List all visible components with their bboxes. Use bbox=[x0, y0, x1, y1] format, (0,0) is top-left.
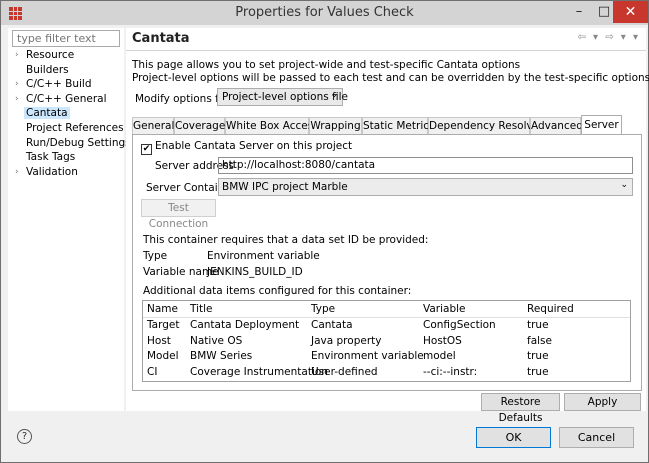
expand-arrow-icon[interactable]: › bbox=[15, 77, 19, 92]
expand-arrow-icon[interactable]: › bbox=[15, 48, 19, 63]
tree-item-cc-build[interactable]: › C/C++ Build bbox=[8, 77, 124, 92]
tree-item-resource[interactable]: › Resource bbox=[8, 48, 124, 63]
type-value: Environment variable bbox=[207, 250, 320, 262]
tab-server[interactable]: Server bbox=[581, 115, 622, 134]
type-label: Type bbox=[143, 250, 168, 262]
requires-text: This container requires that a data set … bbox=[143, 234, 429, 246]
tree-item-project-references[interactable]: Project References bbox=[8, 121, 124, 136]
table-row[interactable]: CI Coverage Instrumentation User-defined --… bbox=[143, 365, 630, 381]
tab-general[interactable]: General bbox=[132, 117, 174, 134]
minimize-button[interactable]: – bbox=[565, 1, 593, 23]
data-items-table: Name Title Type Variable Required Target… bbox=[142, 300, 631, 382]
cancel-button[interactable]: Cancel bbox=[559, 427, 634, 448]
table-row[interactable]: Target Cantata Deployment Cantata ConfigSec… bbox=[143, 318, 630, 334]
help-icon[interactable]: ? bbox=[17, 429, 32, 444]
chevron-down-icon: ⌄ bbox=[620, 180, 628, 190]
apply-button[interactable]: Apply bbox=[564, 393, 641, 411]
column-header-required[interactable]: Required bbox=[527, 301, 574, 318]
tree-item-cantata[interactable]: Cantata bbox=[8, 106, 124, 121]
chevron-down-icon: ⌄ bbox=[330, 90, 338, 100]
tree-item-validation[interactable]: › Validation bbox=[8, 165, 124, 180]
navigation-arrows-icon[interactable]: ⇦ ▾ ⇨ ▾ ▾ bbox=[577, 32, 640, 43]
tree-item-builders[interactable]: Builders bbox=[8, 63, 124, 78]
column-header-type[interactable]: Type bbox=[311, 301, 335, 318]
left-panel: ›Resource Builders ›C/C++ Build ›C/C++ G… bbox=[8, 28, 131, 411]
modify-options-label: Modify options for bbox=[135, 93, 230, 105]
tab-advanced[interactable]: Advanced bbox=[530, 117, 583, 134]
server-container-select[interactable]: BMW IPC project Marble ⌄ bbox=[218, 178, 633, 196]
server-address-input[interactable]: http://localhost:8080/cantata bbox=[218, 157, 633, 174]
table-row[interactable]: Model BMW Series Environment variable model… bbox=[143, 349, 630, 365]
test-connection-button[interactable]: Test Connection bbox=[141, 199, 216, 230]
table-header-row: Name Title Type Variable Required bbox=[143, 301, 630, 318]
tab-dependency-resolver[interactable]: Dependency Resolver bbox=[428, 117, 544, 134]
restore-defaults-button[interactable]: Restore Defaults bbox=[481, 393, 560, 424]
variable-name-value: JENKINS_BUILD_ID bbox=[207, 266, 303, 278]
close-button[interactable]: ✕ bbox=[613, 1, 648, 23]
tree-item-task-tags[interactable]: Task Tags bbox=[8, 150, 124, 165]
tab-bar: General Coverage White Box Access Wrappi… bbox=[132, 115, 642, 135]
description-line-1: This page allows you to set project-wide… bbox=[132, 59, 521, 71]
title-bar: Properties for Values Check – □ ✕ bbox=[1, 1, 648, 25]
column-header-title[interactable]: Title bbox=[190, 301, 213, 318]
tab-coverage[interactable]: Coverage bbox=[174, 117, 225, 134]
tab-white-box-access[interactable]: White Box Access bbox=[225, 117, 319, 134]
expand-arrow-icon[interactable]: › bbox=[15, 92, 19, 107]
tree-item-run-debug-settings[interactable]: Run/Debug Settings bbox=[8, 136, 131, 151]
description-line-2: Project-level options will be passed to … bbox=[132, 72, 649, 84]
modify-options-select[interactable]: Project-level options file ⌄ bbox=[217, 88, 348, 106]
window-title: Properties for Values Check bbox=[235, 5, 414, 20]
tree-item-cc-general[interactable]: › C/C++ General bbox=[8, 92, 124, 107]
checkmark-icon[interactable]: ✔ bbox=[141, 144, 152, 155]
tab-static-metrics[interactable]: Static Metrics bbox=[362, 117, 434, 134]
page-header: Cantata ⇦ ▾ ⇨ ▾ ▾ bbox=[126, 28, 646, 51]
server-tab-panel: ✔ Enable Cantata Server on this project S… bbox=[132, 134, 642, 391]
filter-input[interactable] bbox=[12, 30, 120, 47]
properties-window: Properties for Values Check – □ ✕ ›Resou… bbox=[0, 0, 649, 463]
page-title: Cantata bbox=[132, 31, 190, 46]
property-tree: › Resource Builders › C/C++ Build › C/C++ G… bbox=[8, 48, 131, 180]
additional-items-text: Additional data items configured for thi… bbox=[143, 285, 412, 297]
right-panel: Cantata ⇦ ▾ ⇨ ▾ ▾ This page allows you t… bbox=[126, 28, 649, 424]
expand-arrow-icon[interactable]: › bbox=[15, 165, 19, 180]
table-row[interactable]: Host Native OS Java property HostOS false bbox=[143, 334, 630, 350]
enable-server-checkbox[interactable]: ✔ Enable Cantata Server on this project bbox=[141, 140, 352, 155]
column-header-variable[interactable]: Variable bbox=[423, 301, 466, 318]
tab-wrapping[interactable]: Wrapping bbox=[309, 117, 362, 134]
column-header-name[interactable]: Name bbox=[147, 301, 178, 318]
ok-button[interactable]: OK bbox=[476, 427, 551, 448]
